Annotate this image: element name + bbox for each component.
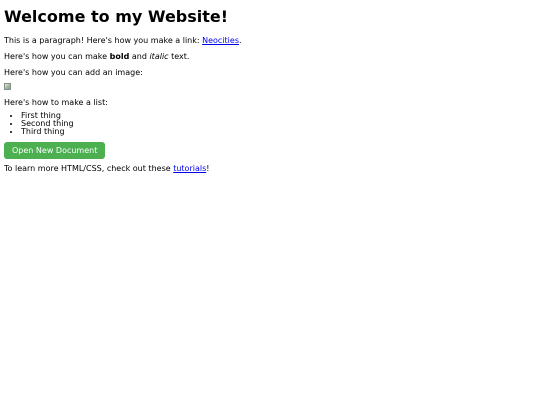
paragraph-image-intro: Here's how you can add an image: [4, 68, 143, 77]
paragraph-tutorials: To learn more HTML/CSS, check out these … [4, 163, 536, 174]
paragraph-text: ! [206, 164, 210, 173]
paragraph-text: . [239, 36, 242, 45]
bold-text: bold [109, 52, 130, 61]
list-item: First thing [21, 112, 536, 120]
tutorials-link[interactable]: tutorials [173, 164, 206, 173]
list-item: Second thing [21, 120, 536, 128]
paragraph-text: This is a paragraph! Here's how you make… [4, 36, 203, 45]
page-content: Welcome to my Website! This is a paragra… [4, 0, 536, 174]
paragraph-text: To learn more HTML/CSS, check out these [4, 164, 174, 173]
paragraph-list-intro: Here's how to make a list: [4, 98, 108, 107]
list-item: Third thing [21, 128, 536, 136]
page-title: Welcome to my Website! [4, 7, 229, 26]
paragraph-text: Here's how you can make [4, 52, 110, 61]
paragraph-link: This is a paragraph! Here's how you make… [4, 35, 536, 46]
paragraph-formatting: Here's how you can make bold and italic … [4, 51, 536, 62]
broken-image-icon [4, 83, 11, 90]
italic-text: italic [149, 52, 169, 61]
open-new-document-button[interactable]: Open New Document [4, 142, 106, 159]
neocities-link[interactable]: Neocities [202, 36, 239, 45]
bullet-list: First thing Second thing Third thing [4, 112, 536, 136]
paragraph-text: text. [168, 52, 190, 61]
paragraph-text: and [129, 52, 150, 61]
image-container [4, 83, 536, 91]
